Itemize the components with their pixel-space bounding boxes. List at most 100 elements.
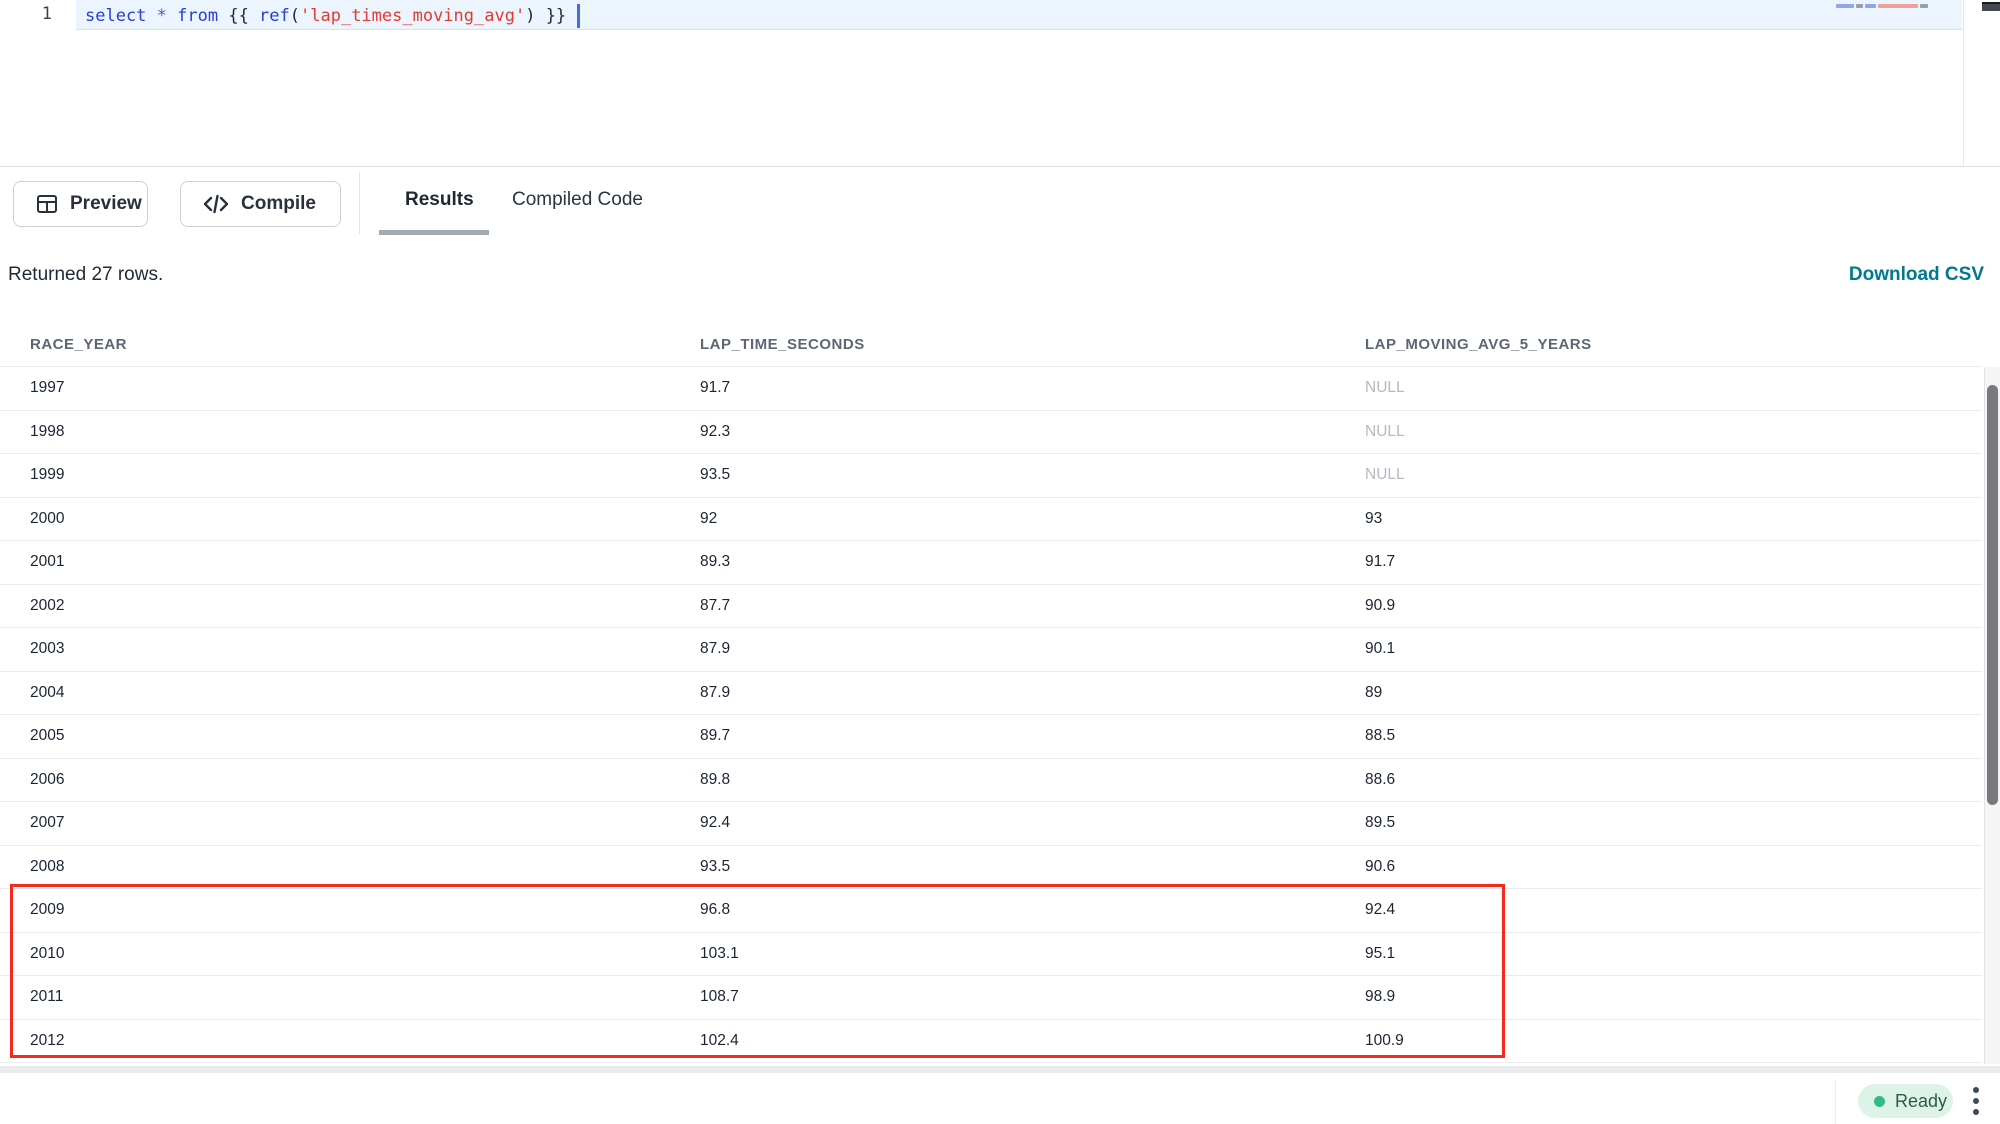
table-cell: 2012 bbox=[0, 1032, 670, 1050]
column-header-lap-moving-avg[interactable]: LAP_MOVING_AVG_5_YEARS bbox=[1335, 336, 1982, 353]
code-token-paren-open: ( bbox=[290, 6, 300, 26]
table-cell: 91.7 bbox=[1335, 553, 1982, 571]
table-cell: 96.8 bbox=[670, 901, 1335, 919]
table-cell: 2008 bbox=[0, 858, 670, 876]
column-header-lap-time-seconds[interactable]: LAP_TIME_SECONDS bbox=[670, 336, 1335, 353]
kebab-dot bbox=[1973, 1109, 1979, 1115]
table-scrollbar-track[interactable] bbox=[1984, 367, 2000, 1064]
tab-results[interactable]: Results bbox=[405, 167, 474, 233]
minimap-segment bbox=[1865, 4, 1876, 8]
table-cell: 2005 bbox=[0, 727, 670, 745]
code-line[interactable]: select * from {{ ref('lap_times_moving_a… bbox=[85, 4, 580, 28]
table-cell: 2011 bbox=[0, 988, 670, 1006]
code-token-star: * bbox=[157, 6, 177, 26]
tab-compiled-code[interactable]: Compiled Code bbox=[512, 167, 643, 233]
table-row: 200996.892.4 bbox=[0, 889, 1982, 933]
table-cell: 2009 bbox=[0, 901, 670, 919]
code-token-from: from bbox=[177, 6, 228, 26]
table-row: 200689.888.6 bbox=[0, 759, 1982, 803]
table-cell: 2007 bbox=[0, 814, 670, 832]
table-grid-icon bbox=[36, 193, 58, 215]
table-row: 199993.5NULL bbox=[0, 454, 1982, 498]
table-cell: 2004 bbox=[0, 684, 670, 702]
preview-button[interactable]: Preview bbox=[13, 181, 148, 227]
code-token-jinja-open: {{ bbox=[228, 6, 259, 26]
table-row: 2011108.798.9 bbox=[0, 976, 1982, 1020]
panel-divider bbox=[0, 1066, 2000, 1073]
table-cell: 90.6 bbox=[1335, 858, 1982, 876]
ready-dot-icon bbox=[1874, 1096, 1885, 1107]
ready-label: Ready bbox=[1895, 1091, 1947, 1112]
editor-minimap bbox=[1836, 3, 1956, 9]
table-cell: 102.4 bbox=[670, 1032, 1335, 1050]
table-cell: 108.7 bbox=[670, 988, 1335, 1006]
table-row: 200487.989 bbox=[0, 672, 1982, 716]
table-cell: 89 bbox=[1335, 684, 1982, 702]
table-cell: 91.7 bbox=[670, 379, 1335, 397]
table-scrollbar-thumb[interactable] bbox=[1987, 385, 1998, 805]
table-cell: 2003 bbox=[0, 640, 670, 658]
code-token-select: select bbox=[85, 6, 157, 26]
table-cell: 87.9 bbox=[670, 684, 1335, 702]
table-cell: 93 bbox=[1335, 510, 1982, 528]
table-cell: 2000 bbox=[0, 510, 670, 528]
kebab-menu-icon[interactable] bbox=[1971, 1085, 1981, 1117]
minimap-segment bbox=[1836, 4, 1854, 8]
code-editor[interactable]: 1 select * from {{ ref('lap_times_moving… bbox=[0, 0, 2000, 166]
table-cell: NULL bbox=[1335, 423, 1982, 441]
editor-scrollbar-thumb[interactable] bbox=[1982, 2, 2000, 11]
table-cell: 1999 bbox=[0, 466, 670, 484]
download-csv-link[interactable]: Download CSV bbox=[1849, 264, 1984, 286]
minimap-segment bbox=[1920, 4, 1928, 8]
compile-button-label: Compile bbox=[241, 193, 316, 215]
kebab-dot bbox=[1973, 1098, 1979, 1104]
table-cell: 88.5 bbox=[1335, 727, 1982, 745]
table-cell: 93.5 bbox=[670, 858, 1335, 876]
table-cell: 98.9 bbox=[1335, 988, 1982, 1006]
table-cell: 89.7 bbox=[670, 727, 1335, 745]
toolbar-divider bbox=[359, 172, 360, 234]
table-cell: 100.9 bbox=[1335, 1032, 1982, 1050]
table-row: 20009293 bbox=[0, 498, 1982, 542]
table-cell: 103.1 bbox=[670, 945, 1335, 963]
status-bar-divider bbox=[1835, 1079, 1836, 1124]
table-header-row: RACE_YEAR LAP_TIME_SECONDS LAP_MOVING_AV… bbox=[0, 322, 1982, 367]
table-cell: 2002 bbox=[0, 597, 670, 615]
line-number: 1 bbox=[0, 4, 52, 24]
column-header-race-year[interactable]: RACE_YEAR bbox=[0, 336, 670, 353]
table-cell: 92 bbox=[670, 510, 1335, 528]
table-body: 199791.7NULL199892.3NULL199993.5NULL2000… bbox=[0, 367, 1982, 1063]
table-cell: 90.1 bbox=[1335, 640, 1982, 658]
table-row: 2010103.195.1 bbox=[0, 933, 1982, 977]
table-cell: 87.9 bbox=[670, 640, 1335, 658]
table-row: 200287.790.9 bbox=[0, 585, 1982, 629]
table-cell: 92.3 bbox=[670, 423, 1335, 441]
preview-button-label: Preview bbox=[70, 193, 142, 215]
table-cell: 92.4 bbox=[1335, 901, 1982, 919]
code-brackets-icon bbox=[203, 193, 229, 215]
minimap-divider bbox=[1963, 0, 1964, 166]
table-row: 200792.489.5 bbox=[0, 802, 1982, 846]
table-cell: 89.3 bbox=[670, 553, 1335, 571]
table-row: 200893.590.6 bbox=[0, 846, 1982, 890]
table-row: 199791.7NULL bbox=[0, 367, 1982, 411]
table-cell: 2006 bbox=[0, 771, 670, 789]
kebab-dot bbox=[1973, 1087, 1979, 1093]
table-cell: NULL bbox=[1335, 379, 1982, 397]
table-row: 200189.391.7 bbox=[0, 541, 1982, 585]
table-cell: 2001 bbox=[0, 553, 670, 571]
table-cell: 93.5 bbox=[670, 466, 1335, 484]
table-cell: 88.6 bbox=[1335, 771, 1982, 789]
table-row: 200387.990.1 bbox=[0, 628, 1982, 672]
code-token-ref: ref bbox=[259, 6, 290, 26]
table-cell: 1998 bbox=[0, 423, 670, 441]
table-cell: 92.4 bbox=[670, 814, 1335, 832]
table-row: 2012102.4100.9 bbox=[0, 1020, 1982, 1064]
table-row: 200589.788.5 bbox=[0, 715, 1982, 759]
results-toolbar: Preview Compile Results Compiled Code bbox=[0, 166, 2000, 238]
status-bar: Ready bbox=[0, 1073, 2000, 1124]
table-cell: 89.8 bbox=[670, 771, 1335, 789]
status-badge: Ready bbox=[1858, 1084, 1953, 1118]
table-cell: 2010 bbox=[0, 945, 670, 963]
compile-button[interactable]: Compile bbox=[180, 181, 341, 227]
